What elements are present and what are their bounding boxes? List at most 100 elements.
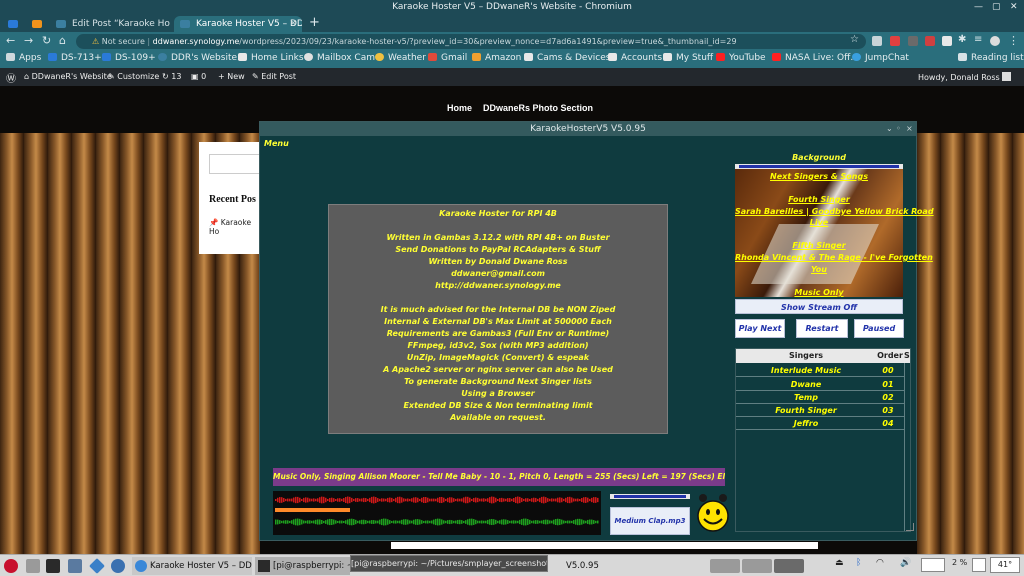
extension-icon[interactable] xyxy=(890,36,900,46)
workspace-3[interactable] xyxy=(774,559,804,573)
file-manager-icon[interactable] xyxy=(26,559,40,573)
kodi-icon[interactable] xyxy=(89,558,105,574)
home-icon[interactable]: ⌂ xyxy=(59,34,66,47)
paused-button[interactable]: Paused xyxy=(854,319,904,338)
close-tab-icon[interactable]: ✕ xyxy=(289,16,297,32)
bookmark-ds109[interactable]: DS-109+ xyxy=(102,53,156,63)
app-menu[interactable]: Menu xyxy=(264,139,289,148)
waveform-bar xyxy=(575,498,577,502)
bookmark-jumpchat[interactable]: JumpChat xyxy=(852,53,909,63)
maximize-icon[interactable]: ▢ xyxy=(992,0,1001,14)
minimize-icon[interactable]: — xyxy=(974,0,983,14)
waveform-bar xyxy=(433,519,435,525)
bookmark-ds713[interactable]: DS-713+ xyxy=(48,53,102,63)
wp-site-name[interactable]: ⌂ DDwaneR's Website xyxy=(24,72,112,81)
tab-pinned-blogger[interactable] xyxy=(26,16,48,32)
bookmark-ddr-website[interactable]: DDR's Website... xyxy=(158,53,246,63)
gambas-icon[interactable] xyxy=(68,559,82,573)
terminal-icon[interactable] xyxy=(46,559,60,573)
wp-updates[interactable]: ↻ 13 xyxy=(162,72,181,81)
extension-icon[interactable] xyxy=(908,36,918,46)
workspace-2[interactable] xyxy=(742,559,772,573)
restart-button[interactable]: Restart xyxy=(796,319,848,338)
bookmark-my-stuff[interactable]: My Stuff xyxy=(663,53,713,63)
media-icon[interactable]: ≡ xyxy=(974,34,982,45)
table-row[interactable]: Fourth Singer 03 xyxy=(736,404,910,417)
workspace-1[interactable] xyxy=(710,559,740,573)
table-row[interactable]: Jeffro 04 xyxy=(736,417,910,430)
forward-icon[interactable]: → xyxy=(24,34,33,47)
task-terminal[interactable]: [pi@raspberrypi: ~/P xyxy=(255,557,350,575)
extension-icon[interactable] xyxy=(872,36,882,46)
table-row[interactable]: Dwane 01 xyxy=(736,378,910,391)
reload-icon[interactable]: ↻ xyxy=(42,34,51,47)
task-karaoke-hoster[interactable]: V5.0.95 xyxy=(548,557,618,575)
media-clip-button[interactable]: Medium Clap.mp3 xyxy=(610,507,690,535)
eject-icon[interactable]: ⏏ xyxy=(835,558,844,568)
bookmark-accounts[interactable]: Accounts xyxy=(608,53,662,63)
progress-bar[interactable] xyxy=(275,508,350,512)
volume-icon[interactable]: 🔊 xyxy=(900,558,911,568)
tab-karaoke-hoster[interactable]: Karaoke Hoster V5 – DD ✕ xyxy=(174,16,302,32)
table-row[interactable]: Temp 02 xyxy=(736,391,910,404)
wifi-icon[interactable]: ◠ xyxy=(876,558,884,568)
singers-column-header[interactable]: Singers xyxy=(736,349,876,363)
show-stream-button[interactable]: Show Stream Off xyxy=(735,299,903,314)
tab-pinned-synology[interactable] xyxy=(2,16,24,32)
bookmark-apps[interactable]: Apps xyxy=(6,53,41,63)
waveform-bar xyxy=(377,498,379,502)
reading-list[interactable]: Reading list xyxy=(958,53,1024,63)
close-icon[interactable]: × xyxy=(906,122,913,136)
order-column-header[interactable]: Order xyxy=(876,349,904,363)
tab-edit-post[interactable]: Edit Post “Karaoke Hoster xyxy=(50,16,170,32)
recent-post-link[interactable]: 📌 Karaoke Ho xyxy=(209,218,260,236)
bookmark-gmail[interactable]: Gmail xyxy=(428,53,467,63)
bookmark-youtube[interactable]: YouTube xyxy=(716,53,766,63)
nav-home[interactable]: Home xyxy=(447,103,472,113)
wp-edit-post[interactable]: ✎ Edit Post xyxy=(252,72,296,81)
avatar[interactable] xyxy=(990,36,1000,46)
menu-kebab-icon[interactable]: ⋮ xyxy=(1008,34,1019,47)
waveform-bar xyxy=(457,498,459,502)
bookmark-cams-devices[interactable]: Cams & Devices xyxy=(524,53,610,63)
resize-grip-icon[interactable] xyxy=(906,523,914,531)
back-icon[interactable]: ← xyxy=(6,34,15,47)
clip-scrollbar[interactable] xyxy=(610,494,690,499)
bookmark-star-icon[interactable]: ☆ xyxy=(850,34,859,45)
minimize-icon[interactable]: ⌄ xyxy=(886,122,893,136)
extensions-puzzle-icon[interactable]: ✱ xyxy=(958,34,966,45)
maximize-icon[interactable]: ◦ xyxy=(896,122,901,136)
extension-icon[interactable] xyxy=(942,36,952,46)
extension-icon[interactable] xyxy=(925,36,935,46)
wordpress-logo-icon[interactable]: Ⓦ xyxy=(6,70,16,85)
address-bar[interactable]: ⚠ Not secure | ddwaner.synology.me/wordp… xyxy=(76,34,866,49)
raspberry-menu-icon[interactable] xyxy=(4,559,18,573)
extra-column-header[interactable]: S xyxy=(904,349,910,363)
play-next-button[interactable]: Play Next xyxy=(735,319,785,338)
bookmark-weather[interactable]: Weather xyxy=(375,53,426,63)
wp-new[interactable]: + New xyxy=(218,72,245,81)
nav-photo-section[interactable]: DDwaneRs Photo Section xyxy=(483,103,593,113)
waveform-bar xyxy=(497,498,499,502)
search-field[interactable] xyxy=(209,154,260,174)
wp-customize[interactable]: ✎ Customize xyxy=(108,72,159,81)
scrollbar-thumb[interactable] xyxy=(739,165,899,168)
globe-icon[interactable] xyxy=(111,559,125,573)
bookmark-amazon[interactable]: Amazon xyxy=(472,53,521,63)
bookmark-home-links[interactable]: Home Links xyxy=(238,53,304,63)
table-scrollbar[interactable] xyxy=(904,363,910,531)
task-chromium[interactable]: Karaoke Hoster V5 – DD... xyxy=(132,557,252,575)
close-icon[interactable]: ✕ xyxy=(1010,0,1018,14)
bookmark-label: YouTube xyxy=(729,53,766,63)
waveform-bar xyxy=(443,520,445,524)
bookmark-mailbox-cam[interactable]: Mailbox Cam xyxy=(304,53,375,63)
scrollbar-thumb[interactable] xyxy=(614,495,686,498)
bookmark-nasa-live[interactable]: NASA Live: Off... xyxy=(772,53,859,63)
wp-howdy[interactable]: Howdy, Donald Ross xyxy=(918,72,1012,82)
wp-comments[interactable]: ▣ 0 xyxy=(191,72,206,81)
bluetooth-icon[interactable]: ᛒ xyxy=(856,558,861,568)
right-channel-waveform xyxy=(275,518,599,526)
table-row[interactable]: Interlude Music 00 xyxy=(736,364,910,377)
smiley-clock-icon[interactable] xyxy=(696,492,730,534)
new-tab-icon[interactable]: + xyxy=(309,15,320,30)
